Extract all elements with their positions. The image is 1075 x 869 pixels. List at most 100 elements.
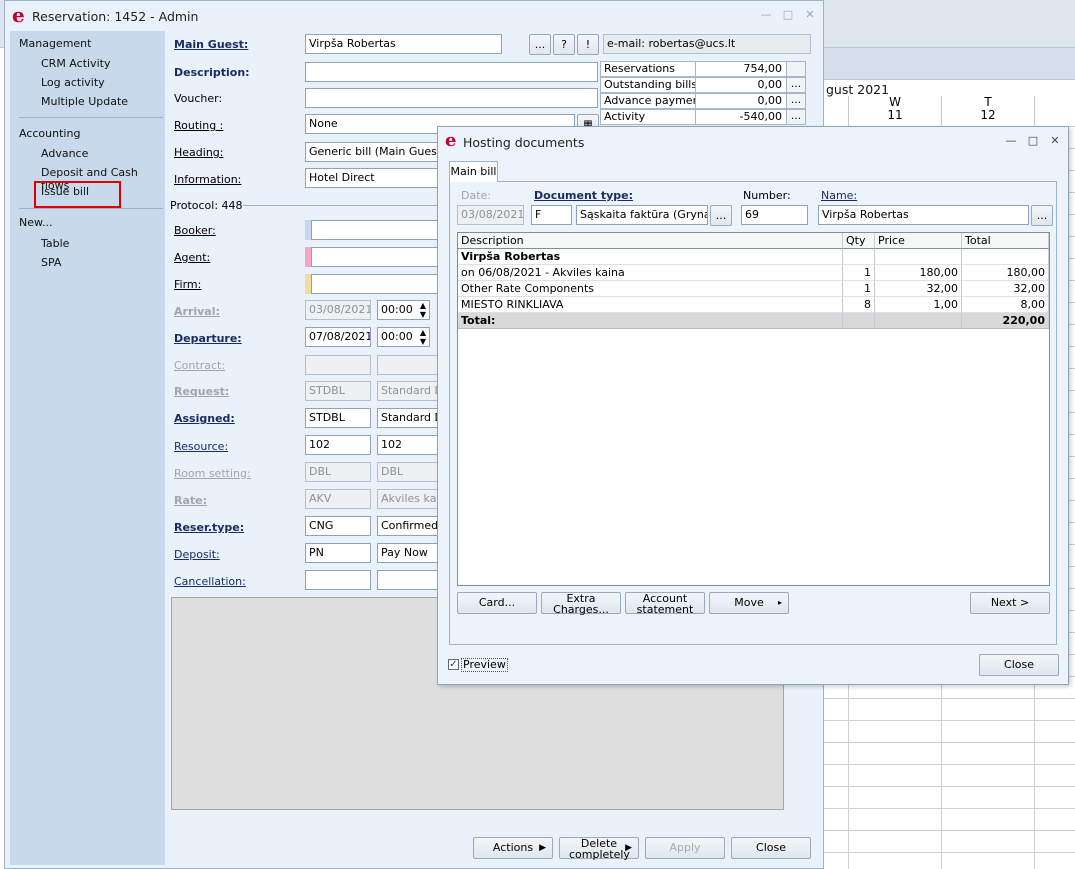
document-type-code-field[interactable]: F [531,205,572,225]
voucher-input[interactable] [305,88,598,108]
deposit-label[interactable]: Deposit: [174,548,220,561]
name-more-button[interactable]: ... [1031,205,1053,226]
column-header-price[interactable]: Price [875,233,962,249]
move-button[interactable]: Move ▸ [709,592,789,614]
description-input[interactable] [305,62,598,82]
preview-label[interactable]: Preview [461,658,508,672]
cancellation-name-field[interactable] [377,570,445,590]
departure-date-field[interactable]: 07/08/2021 [305,327,371,347]
guest-more-button[interactable]: ... [529,34,551,55]
arrival-date-field[interactable]: 03/08/2021 [305,300,371,320]
next-button[interactable]: Next > [970,592,1050,614]
booker-input[interactable] [311,220,445,240]
room-setting-name-field[interactable]: DBL [377,462,445,482]
agent-input[interactable] [311,247,445,267]
deposit-name-field[interactable]: Pay Now [377,543,445,563]
name-label[interactable]: Name: [821,189,857,202]
routing-label[interactable]: Routing : [174,119,223,132]
actions-button[interactable]: Actions ▶ [473,837,553,859]
sidebar-heading-new[interactable]: New... [19,216,52,229]
reser-type-label[interactable]: Reser.type: [174,521,244,534]
resource-name-field[interactable]: 102 [377,435,445,455]
information-label[interactable]: Information: [174,173,241,186]
minimize-icon[interactable]: — [1004,134,1018,148]
sidebar-item-multiple-update[interactable]: Multiple Update [41,95,128,108]
cancellation-label[interactable]: Cancellation: [174,575,246,588]
extra-charges-button[interactable]: Extra Charges... [541,592,621,615]
stats-more-button[interactable] [786,61,806,77]
table-row[interactable]: Other Rate Components 1 32,00 32,00 [458,281,1049,297]
date-field[interactable]: 03/08/2021 [457,205,524,225]
tab-main-bill[interactable]: Main bill [449,161,498,182]
contract-code-field[interactable] [305,355,371,375]
contract-name-field[interactable] [377,355,445,375]
delete-completely-button[interactable]: Delete completely ▶ [559,837,639,860]
card-button[interactable]: Card... [457,592,537,614]
close-icon[interactable]: ✕ [1048,134,1062,148]
apply-button[interactable]: Apply [645,837,725,859]
reservation-title-bar[interactable]: e Reservation: 1452 - Admin — □ ✕ [5,1,823,31]
sidebar-item-spa[interactable]: SPA [41,256,61,269]
number-field[interactable]: 69 [741,205,808,225]
reser-type-name-field[interactable]: Confirmed N [377,516,445,536]
main-guest-label[interactable]: Main Guest: [174,38,248,51]
grid-total-row[interactable]: Total: 220,00 [458,313,1049,329]
information-field[interactable]: Hotel Direct [305,168,445,188]
document-type-label[interactable]: Document type: [534,189,633,202]
time-spinner-icon[interactable]: ▲ ▼ [420,301,426,319]
room-setting-code-field[interactable]: DBL [305,462,371,482]
column-header-qty[interactable]: Qty [843,233,875,249]
reservation-close-button[interactable]: Close [731,837,811,859]
rate-name-field[interactable]: Akviles kaina [377,489,445,509]
sidebar-item-crm-activity[interactable]: CRM Activity [41,57,110,70]
reser-type-code-field[interactable]: CNG [305,516,371,536]
time-spinner-icon[interactable]: ▲ ▼ [420,328,426,346]
guest-help-button[interactable]: ? [553,34,575,55]
resource-label[interactable]: Resource: [174,440,228,453]
rate-code-field[interactable]: AKV [305,489,371,509]
assigned-code-field[interactable]: STDBL [305,408,371,428]
calendar-day-header[interactable]: T 12 [941,96,1034,126]
guest-alert-button[interactable]: ! [577,34,599,55]
departure-label[interactable]: Departure: [174,332,242,345]
deposit-code-field[interactable]: PN [305,543,371,563]
firm-label[interactable]: Firm: [174,278,201,291]
heading-label[interactable]: Heading: [174,146,223,159]
grid-group-row[interactable]: Virpša Robertas [458,249,1049,265]
preview-checkbox[interactable]: ✓ [448,659,459,670]
calendar-day-header[interactable]: W 11 [848,96,941,126]
request-name-field[interactable]: Standard Do [377,381,445,401]
departure-time-field[interactable]: 00:00 ▲ ▼ [377,327,430,347]
calendar-day-header-partial[interactable] [1034,96,1075,126]
bill-grid[interactable]: Description Qty Price Total Virpša Rober… [457,232,1050,586]
heading-field[interactable]: Generic bill (Main Guest) [M [305,142,445,162]
sidebar-item-table[interactable]: Table [41,237,69,250]
minimize-icon[interactable]: — [759,8,773,22]
maximize-icon[interactable]: □ [1026,134,1040,148]
agent-label[interactable]: Agent: [174,251,210,264]
assigned-label[interactable]: Assigned: [174,412,235,425]
table-row[interactable]: on 06/08/2021 - Akviles kaina 1 180,00 1… [458,265,1049,281]
main-guest-field[interactable]: Virpša Robertas [305,34,502,54]
stats-more-button[interactable]: ... [786,109,806,125]
sidebar-item-advance[interactable]: Advance [41,147,88,160]
stats-more-button[interactable]: ... [786,93,806,109]
maximize-icon[interactable]: □ [781,8,795,22]
document-type-name-field[interactable]: Sąskaita faktūra (Grynais p [576,205,708,225]
close-icon[interactable]: ✕ [803,8,817,22]
booker-label[interactable]: Booker: [174,224,216,237]
cancellation-code-field[interactable] [305,570,371,590]
table-row[interactable]: MIESTO RINKLIAVA 8 1,00 8,00 [458,297,1049,313]
dialog-close-button[interactable]: Close [979,654,1059,676]
column-header-description[interactable]: Description [458,233,843,249]
stats-more-button[interactable]: ... [786,77,806,93]
arrival-time-field[interactable]: 00:00 ▲ ▼ [377,300,430,320]
assigned-name-field[interactable]: Standard Do [377,408,445,428]
firm-input[interactable] [311,274,445,294]
column-header-total[interactable]: Total [962,233,1049,249]
document-type-more-button[interactable]: ... [710,205,732,226]
name-field[interactable]: Virpša Robertas [818,205,1029,225]
request-code-field[interactable]: STDBL [305,381,371,401]
sidebar-item-log-activity[interactable]: Log activity [41,76,105,89]
resource-code-field[interactable]: 102 [305,435,371,455]
